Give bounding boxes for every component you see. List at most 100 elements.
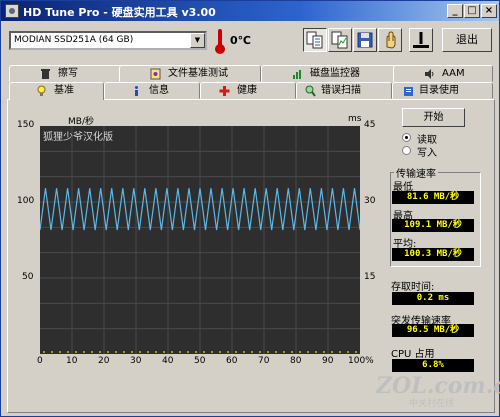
red-cross-icon — [219, 86, 230, 96]
burst-rate-value: 96.5 MB/秒 — [392, 324, 474, 337]
access-time-point — [43, 351, 45, 353]
x-tick-label: 70 — [258, 356, 270, 366]
tab-label: 文件基准测试 — [168, 68, 228, 79]
drive-select-value: MODIAN SSD251A (64 GB) — [14, 35, 134, 45]
max-value: 109.1 MB/秒 — [392, 219, 474, 232]
right-tick-label: 15 — [364, 272, 376, 282]
read-radio[interactable] — [402, 133, 411, 142]
cpu-usage-value: 6.8% — [392, 359, 474, 372]
tab-benchmark[interactable]: 基准 — [9, 82, 104, 100]
app-disk-icon — [5, 4, 19, 18]
info-icon — [135, 86, 138, 96]
access-time-point — [115, 351, 117, 353]
tab-label: 目录使用 — [419, 85, 459, 96]
access-time-point — [315, 351, 317, 353]
access-time-point — [259, 351, 261, 353]
access-time-point — [91, 351, 93, 353]
access-time-point — [179, 351, 181, 353]
chart-plot — [40, 126, 360, 354]
window-title: HD Tune Pro - 硬盘实用工具 v3.00 — [23, 6, 216, 19]
access-time-point — [107, 351, 109, 353]
access-time-point — [51, 351, 53, 353]
tab-file-benchmark[interactable]: 文件基准测试 — [119, 65, 261, 82]
access-time-point — [235, 351, 237, 353]
close-button[interactable]: × — [481, 4, 497, 18]
minimize-button[interactable]: _ — [447, 4, 463, 18]
access-time-point — [323, 351, 325, 353]
access-time-point — [307, 351, 309, 353]
access-time-point — [99, 351, 101, 353]
access-time-point — [163, 351, 165, 353]
exit-arrow-icon[interactable] — [409, 28, 433, 52]
x-tick-label: 20 — [98, 356, 110, 366]
right-tick-label: 45 — [364, 120, 376, 130]
left-tick-label: 50 — [22, 272, 34, 282]
disk-monitor-icon — [293, 70, 301, 79]
access-time-point — [243, 351, 245, 353]
access-time-point — [211, 351, 213, 353]
access-time-point — [283, 351, 285, 353]
tab-label: 健康 — [237, 85, 257, 96]
save-icon[interactable] — [353, 28, 377, 52]
tab-health[interactable]: 健康 — [200, 82, 296, 99]
left-tick-label: 150 — [17, 120, 35, 130]
tab-info[interactable]: 信息 — [104, 82, 200, 99]
tab-erase[interactable]: 擦写 — [9, 65, 127, 82]
tab-label: 错误扫描 — [321, 85, 361, 96]
tab-label: 磁盘监控器 — [310, 68, 360, 79]
access-time-point — [131, 351, 133, 353]
copy-graph-icon[interactable] — [328, 28, 352, 52]
access-time-point — [147, 351, 149, 353]
access-time-point — [139, 351, 141, 353]
dropdown-arrow-icon[interactable]: ▼ — [190, 33, 205, 48]
x-tick-label: 100% — [348, 356, 374, 366]
x-tick-label: 0 — [37, 356, 43, 366]
title-bar: HD Tune Pro - 硬盘实用工具 v3.00 _ □ × — [1, 1, 499, 21]
tab-label: AAM — [442, 68, 465, 79]
x-tick-label: 90 — [322, 356, 334, 366]
tab-aam[interactable]: AAM — [393, 65, 493, 82]
access-time-point — [299, 351, 301, 353]
maximize-button[interactable]: □ — [464, 4, 480, 18]
left-tick-label: 100 — [17, 196, 35, 206]
bulb-icon — [37, 85, 46, 96]
access-time-point — [291, 351, 293, 353]
drive-select[interactable]: MODIAN SSD251A (64 GB) ▼ — [9, 31, 207, 50]
copy-info-icon[interactable] — [303, 28, 327, 52]
access-time-point — [339, 351, 341, 353]
tab-disk-monitor[interactable]: 磁盘监控器 — [261, 65, 407, 82]
write-radio[interactable] — [402, 146, 411, 155]
right-axis-unit: ms — [348, 114, 362, 124]
toolbar: MODIAN SSD251A (64 GB) ▼ 0℃ 退出 — [1, 22, 499, 58]
speaker-icon — [425, 69, 434, 79]
tab-label: 擦写 — [58, 68, 78, 79]
right-tick-label: 30 — [364, 196, 376, 206]
app-window: HD Tune Pro - 硬盘实用工具 v3.00 _ □ × MODIAN … — [0, 0, 500, 417]
access-time-point — [187, 351, 189, 353]
exit-button[interactable]: 退出 — [442, 28, 492, 52]
x-tick-label: 80 — [290, 356, 302, 366]
avg-value: 100.3 MB/秒 — [392, 248, 474, 261]
x-tick-label: 10 — [66, 356, 78, 366]
access-time-point — [83, 351, 85, 353]
folder-icon — [404, 87, 413, 96]
graph-overlay-text: 狐狸少爷汉化版 — [43, 132, 113, 143]
tab-folder-usage[interactable]: 目录使用 — [392, 82, 493, 99]
trash-icon — [41, 69, 50, 79]
access-time-point — [355, 351, 357, 353]
tabs-top-row: 擦写 文件基准测试 磁盘监控器 AAM — [9, 65, 493, 82]
x-tick-label: 60 — [226, 356, 238, 366]
access-time-point — [195, 351, 197, 353]
write-label: 写入 — [417, 148, 437, 159]
x-tick-label: 30 — [130, 356, 142, 366]
access-time-point — [219, 351, 221, 353]
access-time-point — [75, 351, 77, 353]
x-tick-label: 40 — [162, 356, 174, 366]
file-benchmark-icon — [150, 68, 161, 80]
options-hand-icon[interactable] — [378, 28, 402, 52]
access-time-point — [275, 351, 277, 353]
tab-error-scan[interactable]: 错误扫描 — [296, 82, 392, 99]
access-time-point — [331, 351, 333, 353]
magnifier-icon — [305, 85, 316, 97]
start-button[interactable]: 开始 — [402, 108, 465, 127]
